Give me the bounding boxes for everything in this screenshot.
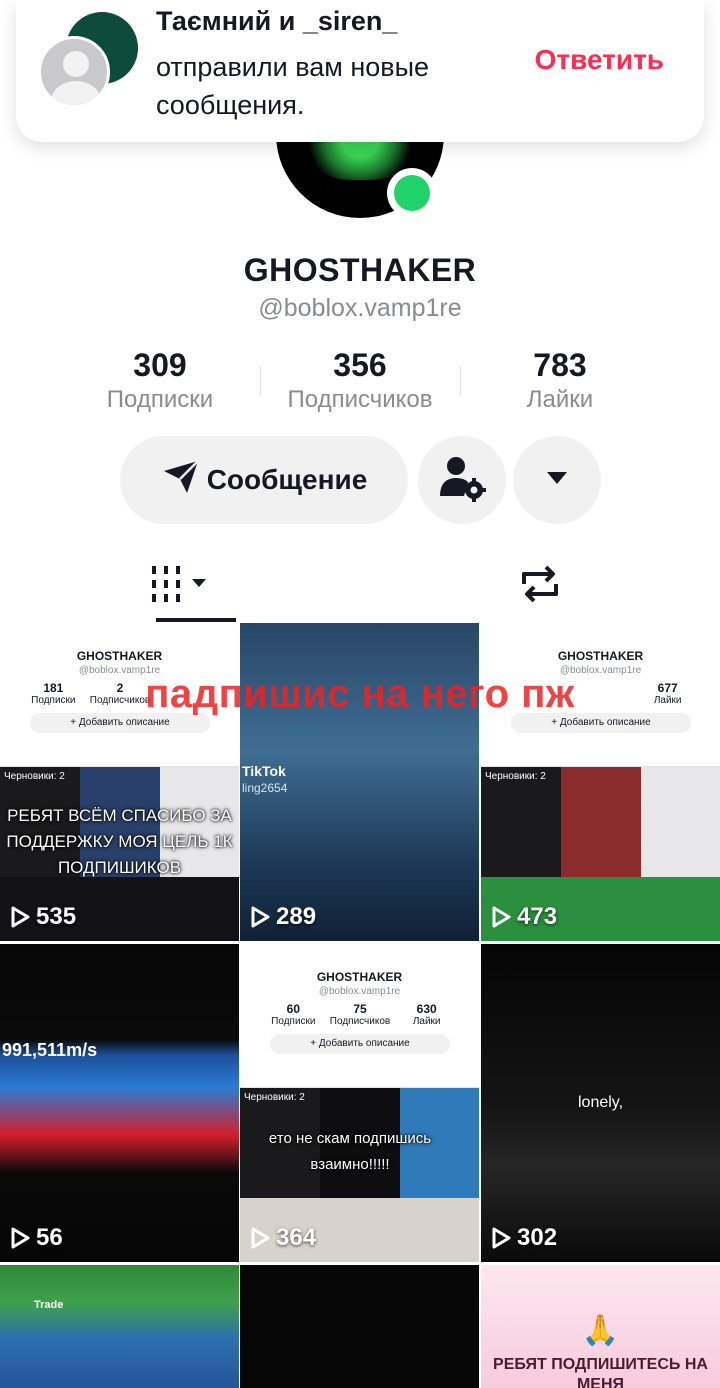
send-icon <box>161 457 201 504</box>
profile-handle: @boblox.vamp1re <box>258 294 462 322</box>
mini-stat-value: 677 <box>657 681 678 695</box>
reply-button[interactable]: Ответить <box>535 44 664 76</box>
play-icon <box>11 906 30 928</box>
mini-profile-name: GHOSTHAKER <box>557 649 644 663</box>
drafts-label: Черновики: 2 <box>4 771 65 782</box>
view-count-value: 56 <box>36 1224 63 1251</box>
view-count: 302 <box>491 1224 557 1252</box>
repost-icon <box>518 564 562 609</box>
video-caption: РЕБЯТ ПОДПИШИТЕСЬ НА МЕНЯ <box>493 1356 708 1388</box>
mini-stat-label: Подписки <box>271 1016 316 1027</box>
play-icon <box>492 1227 511 1249</box>
view-count: 289 <box>250 903 316 931</box>
video-thumbnail[interactable]: GHOSTHAKER @boblox.vamp1re 677 Лайки + До… <box>481 623 720 941</box>
message-button-label: Сообщение <box>206 464 368 495</box>
user-settings-button[interactable] <box>418 436 506 524</box>
tiktok-watermark: TikTok <box>242 763 286 779</box>
view-count-value: 473 <box>517 903 558 930</box>
stat-likes-label: Лайки <box>526 386 594 413</box>
video-caption: РЕБЯТ ВСЁМ СПАСИБО ЗА ПОДДЕРЖКУ МОЯ ЦЕЛЬ… <box>6 806 233 877</box>
video-thumbnail[interactable]: 991,511m/s 56 <box>0 944 239 1262</box>
drafts-label: Черновики: 2 <box>244 1092 305 1103</box>
sender-avatar-default <box>38 36 110 108</box>
user-settings-icon <box>438 454 486 507</box>
more-options-button[interactable] <box>513 436 601 524</box>
video-thumbnail[interactable]: TikTok ling2654 289 <box>240 623 479 941</box>
pray-emoji: 🙏 <box>581 1314 620 1347</box>
view-count-value: 535 <box>36 903 77 930</box>
tab-reposts[interactable] <box>360 548 720 624</box>
video-caption: ето не скам подпишись взаимно!!!!! <box>268 1130 432 1173</box>
video-grid-icon <box>150 564 210 609</box>
video-thumbnail[interactable]: Trade <box>0 1265 239 1388</box>
mini-stat-value: 181 <box>43 681 64 695</box>
view-count-value: 289 <box>276 903 317 930</box>
view-count-value: 302 <box>517 1224 558 1251</box>
mini-add-description-button: + Добавить описание <box>270 1034 450 1054</box>
stat-followers-label: Подписчиков <box>287 386 433 413</box>
overlay-caption: падпишис на него пж <box>145 672 575 716</box>
mini-stat-value: 630 <box>416 1002 437 1016</box>
mini-tabs <box>240 1062 479 1088</box>
stat-followers-value: 356 <box>333 347 387 383</box>
drafts-label: Черновики: 2 <box>485 771 546 782</box>
video-thumbnail[interactable]: GHOSTHAKER @boblox.vamp1re 60 Подписки 75… <box>240 944 479 1262</box>
view-count: 535 <box>10 903 76 931</box>
video-thumbnail[interactable] <box>240 1265 479 1388</box>
mini-stat-label: Лайки <box>412 1016 441 1027</box>
notification-body: отправили вам новые сообщения. <box>156 52 430 120</box>
mini-profile-handle: @boblox.vamp1re <box>318 986 401 997</box>
video-thumbnail[interactable]: GHOSTHAKER @boblox.vamp1re 181 Подписки 2… <box>0 623 239 941</box>
video-thumbnail[interactable]: 🙏 РЕБЯТ ПОДПИШИТЕСЬ НА МЕНЯ <box>481 1265 720 1388</box>
video-thumbnail[interactable]: lonely, 302 <box>481 944 720 1262</box>
play-icon <box>492 906 511 928</box>
mini-stat-value: 75 <box>353 1002 367 1016</box>
mini-stat-value: 60 <box>286 1002 301 1016</box>
tab-videos[interactable] <box>0 548 360 624</box>
stat-followers[interactable]: 356 Подписчиков <box>260 346 460 418</box>
profile-tabs <box>0 548 720 624</box>
mini-stat-label: Подписчиков <box>329 1016 391 1027</box>
speed-text: 991,511m/s <box>2 1040 98 1060</box>
message-notification[interactable]: Таємний и _siren_ отправили вам новые со… <box>16 0 704 142</box>
online-status-dot <box>387 168 437 218</box>
caret-down-icon <box>545 470 569 491</box>
video-grid: GHOSTHAKER @boblox.vamp1re 181 Подписки 2… <box>0 623 720 1388</box>
mini-profile-name: GHOSTHAKER <box>316 970 403 984</box>
stat-likes[interactable]: 783 Лайки <box>460 346 660 418</box>
view-count: 56 <box>10 1224 63 1252</box>
profile-stats: 309 Подписки 356 Подписчиков 783 Лайки <box>60 346 660 418</box>
active-tab-indicator <box>156 618 236 622</box>
mini-stat-label: Лайки <box>653 695 682 706</box>
view-count-value: 364 <box>276 1224 317 1251</box>
stat-following-label: Подписки <box>106 386 214 413</box>
stat-following[interactable]: 309 Подписки <box>60 346 260 418</box>
mini-tabs <box>0 741 239 767</box>
profile-display-name: GHOSTHAKER <box>243 252 477 288</box>
stat-likes-value: 783 <box>533 347 587 383</box>
mini-stat-label: Подписки <box>31 695 76 706</box>
play-icon <box>251 1227 270 1249</box>
notification-title: Таємний и _siren_ <box>156 6 398 36</box>
play-icon <box>251 906 270 928</box>
message-button[interactable]: Сообщение <box>120 436 408 524</box>
view-count: 364 <box>250 1224 316 1252</box>
watermark-username: ling2654 <box>242 781 288 795</box>
mini-tabs <box>481 741 720 767</box>
stat-following-value: 309 <box>133 347 187 383</box>
play-icon <box>11 1227 30 1249</box>
video-caption: lonely, <box>578 1094 624 1111</box>
mini-profile-name: GHOSTHAKER <box>76 649 163 663</box>
view-count: 473 <box>491 903 557 931</box>
video-caption: Trade <box>34 1299 64 1311</box>
mini-profile-stats: 60 Подписки 75 Подписчиков 630 Лайки <box>260 1002 460 1027</box>
